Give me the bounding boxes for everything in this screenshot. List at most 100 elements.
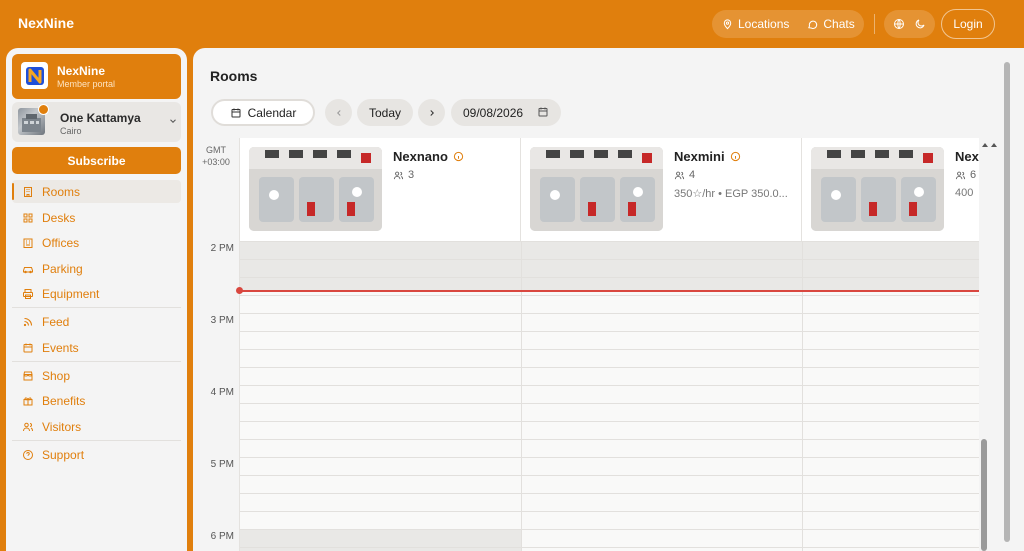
nexnine-logo xyxy=(21,62,48,89)
today-button[interactable]: Today xyxy=(357,99,413,126)
room-capacity: 3 xyxy=(393,169,414,181)
sidebar-item-label: Benefits xyxy=(42,393,86,408)
sidebar-item-label: Offices xyxy=(42,235,80,250)
room-name-text: Nexmini xyxy=(674,149,725,164)
grid-line xyxy=(240,295,979,296)
location-badge-icon xyxy=(38,104,49,115)
room-photo xyxy=(811,147,944,231)
brand-logo-text[interactable]: NexNine xyxy=(18,15,74,31)
room-name: Nexnano xyxy=(393,149,464,164)
sidebar-item-desks[interactable]: Desks xyxy=(12,206,181,229)
chats-button[interactable]: Chats xyxy=(807,17,855,31)
sidebar-item-shop[interactable]: Shop xyxy=(12,364,181,387)
chats-label: Chats xyxy=(823,17,855,31)
room-capacity: 4 xyxy=(674,169,695,181)
hour-label: 5 PM xyxy=(210,459,234,470)
grid-line xyxy=(240,241,979,242)
next-day-button[interactable] xyxy=(418,99,445,126)
grid-line xyxy=(240,313,979,314)
grid-line xyxy=(240,493,979,494)
page-scrollbar-thumb[interactable] xyxy=(1004,62,1010,542)
room-header-nexmini[interactable]: Nexmini 4 350☆/hr • EGP 350.0... xyxy=(521,138,802,241)
room-photo xyxy=(530,147,663,231)
inner-scrollbar[interactable] xyxy=(981,144,987,551)
printer-icon xyxy=(23,288,33,299)
prev-day-button[interactable] xyxy=(325,99,352,126)
chevron-right-icon xyxy=(429,109,434,116)
location-city: Cairo xyxy=(60,126,82,136)
calendar-label: Calendar xyxy=(247,105,297,120)
shop-icon xyxy=(23,371,33,380)
room-name-text: Nex xyxy=(955,149,979,164)
moon-icon[interactable] xyxy=(914,18,926,30)
sidebar-item-parking[interactable]: Parking xyxy=(12,257,181,280)
time-slot-grid[interactable] xyxy=(236,241,979,551)
past-time-block xyxy=(240,241,979,291)
users-icon xyxy=(393,171,404,179)
sidebar-item-benefits[interactable]: Benefits xyxy=(12,389,181,412)
sidebar-item-feed[interactable]: Feed xyxy=(12,310,181,333)
login-button[interactable]: Login xyxy=(941,9,995,39)
grid-line xyxy=(240,457,979,458)
main-panel: Rooms Calendar Today 09/08/2026 GMT +03:… xyxy=(193,48,1024,551)
grid-line xyxy=(240,403,979,404)
member-portal-card[interactable]: NexNine Member portal xyxy=(12,54,181,99)
info-icon[interactable] xyxy=(453,151,464,162)
grid-line xyxy=(240,277,979,278)
grid-line xyxy=(240,259,979,260)
topbar-icon-group xyxy=(884,10,935,38)
sidebar-item-events[interactable]: Events xyxy=(12,336,181,359)
time-column xyxy=(193,138,240,551)
location-selector[interactable]: One Kattamya Cairo xyxy=(12,102,181,142)
page-scrollbar[interactable] xyxy=(1003,62,1011,551)
nexnine-logo-icon xyxy=(25,66,44,85)
grid-line xyxy=(240,547,979,548)
users-icon xyxy=(955,171,966,179)
users-icon xyxy=(674,171,685,179)
date-value: 09/08/2026 xyxy=(463,105,524,120)
timezone-line-2: +03:00 xyxy=(202,157,230,167)
timezone-line-1: GMT xyxy=(206,145,226,155)
current-time-dot xyxy=(236,287,243,294)
sidebar-item-label: Equipment xyxy=(42,286,100,301)
grid-line xyxy=(240,439,979,440)
sidebar-item-offices[interactable]: Offices xyxy=(12,231,181,254)
room-name-text: Nexnano xyxy=(393,149,448,164)
room-header-nex[interactable]: Nex 6 400 xyxy=(802,138,979,241)
sidebar: NexNine Member portal One Kattamya Cairo… xyxy=(6,48,187,551)
column-divider xyxy=(802,241,803,551)
map-pin-icon xyxy=(723,18,732,29)
locations-button[interactable]: Locations xyxy=(722,17,789,31)
calendar-icon xyxy=(538,107,548,117)
sidebar-item-equipment[interactable]: Equipment xyxy=(12,282,181,305)
sidebar-item-label: Support xyxy=(42,447,85,462)
sidebar-item-label: Parking xyxy=(42,261,83,276)
globe-icon[interactable] xyxy=(893,18,905,30)
calendar-icon xyxy=(231,108,241,117)
inner-scrollbar-thumb[interactable] xyxy=(981,439,987,551)
hour-label: 6 PM xyxy=(210,531,234,542)
calendar-view-button[interactable]: Calendar xyxy=(211,99,315,126)
grid-icon xyxy=(23,213,33,222)
sidebar-item-visitors[interactable]: Visitors xyxy=(12,415,181,438)
page-title: Rooms xyxy=(210,68,258,84)
info-icon[interactable] xyxy=(730,151,741,162)
date-picker-input[interactable]: 09/08/2026 xyxy=(451,99,561,126)
sidebar-item-support[interactable]: Support xyxy=(12,443,181,466)
nav-divider xyxy=(12,440,181,441)
room-header-nexnano[interactable]: Nexnano 3 xyxy=(240,138,521,241)
car-icon xyxy=(23,266,33,273)
hour-label: 2 PM xyxy=(210,243,234,254)
locations-label: Locations xyxy=(738,17,790,31)
room-capacity-value: 6 xyxy=(970,169,977,181)
subscribe-button[interactable]: Subscribe xyxy=(12,147,181,174)
room-price: 400 xyxy=(955,187,974,199)
topbar-divider xyxy=(874,14,875,34)
room-capacity: 6 xyxy=(955,169,976,181)
chat-bubble-icon xyxy=(808,20,818,29)
sidebar-item-rooms[interactable]: Rooms xyxy=(12,180,181,203)
grid-line xyxy=(240,385,979,386)
room-calendar: GMT +03:00 Nexnano 3 Nexmini 4 350☆/hr •… xyxy=(193,138,979,551)
current-time-line xyxy=(240,290,979,292)
rss-icon xyxy=(23,317,33,326)
